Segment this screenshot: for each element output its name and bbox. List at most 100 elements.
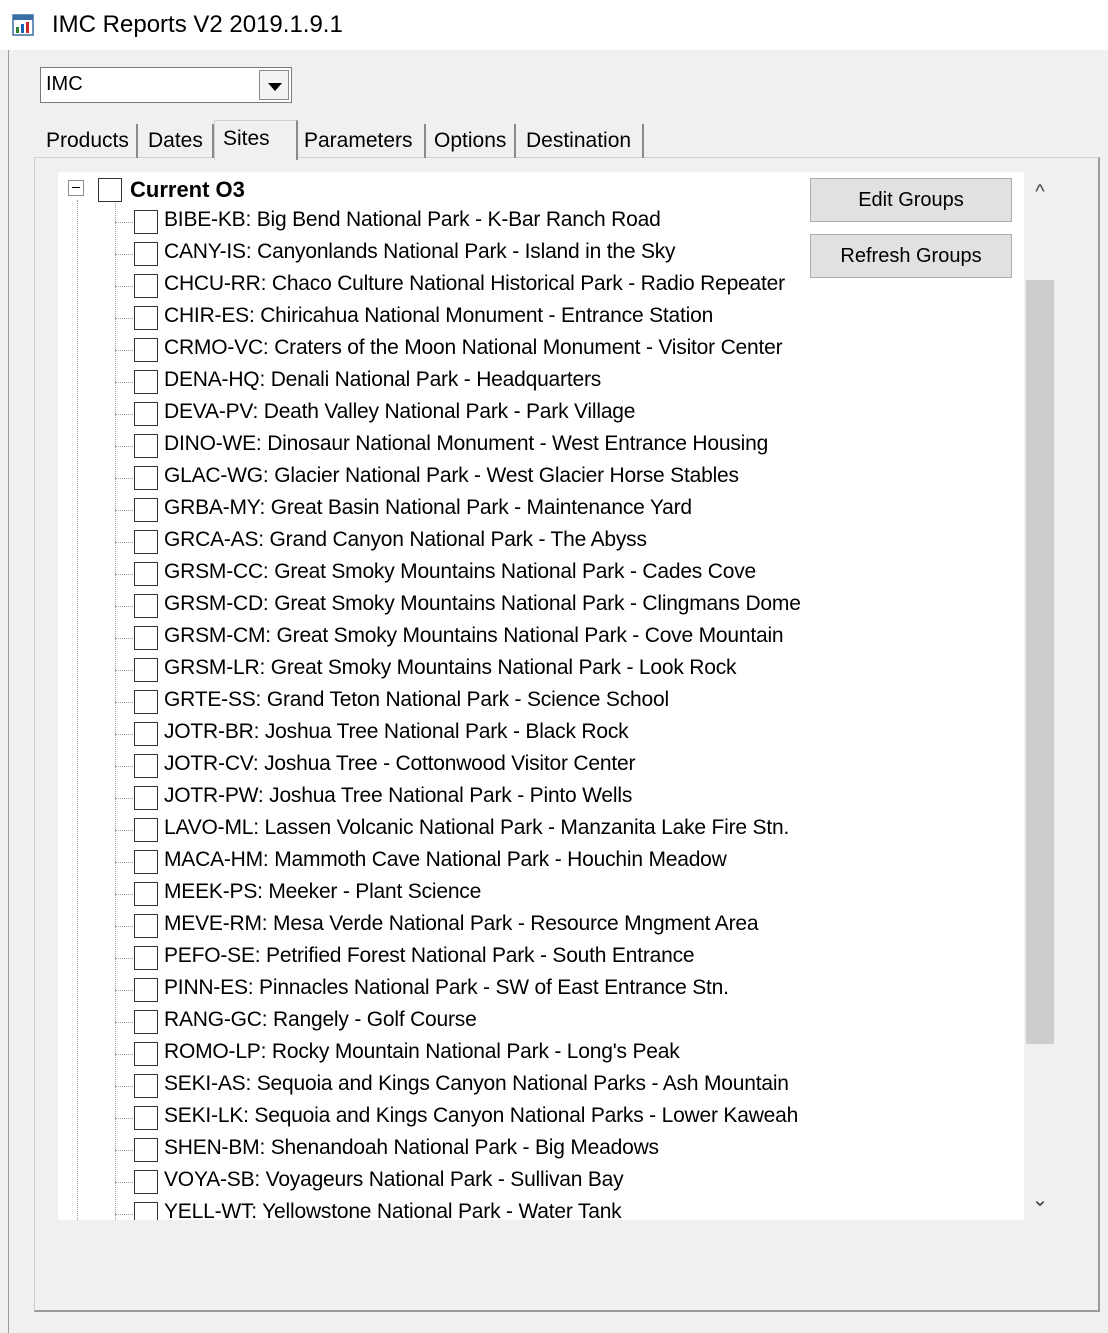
site-checkbox[interactable] (134, 1010, 158, 1034)
site-tree-item[interactable]: SEKI-AS: Sequoia and Kings Canyon Nation… (58, 1070, 1018, 1102)
collapse-icon[interactable] (68, 180, 84, 196)
site-tree-item[interactable]: GRSM-LR: Great Smoky Mountains National … (58, 654, 1018, 686)
site-checkbox[interactable] (134, 594, 158, 618)
site-tree-item[interactable]: MEEK-PS: Meeker - Plant Science (58, 878, 1018, 910)
site-checkbox[interactable] (134, 1106, 158, 1130)
site-tree-item[interactable]: CRMO-VC: Craters of the Moon National Mo… (58, 334, 1018, 366)
site-checkbox[interactable] (134, 274, 158, 298)
site-checkbox[interactable] (134, 210, 158, 234)
site-tree-item[interactable]: PINN-ES: Pinnacles National Park - SW of… (58, 974, 1018, 1006)
site-tree-item[interactable]: MACA-HM: Mammoth Cave National Park - Ho… (58, 846, 1018, 878)
site-checkbox[interactable] (134, 530, 158, 554)
refresh-groups-button[interactable]: Refresh Groups (810, 234, 1012, 278)
edit-groups-button[interactable]: Edit Groups (810, 178, 1012, 222)
site-tree-item[interactable]: LAVO-ML: Lassen Volcanic National Park -… (58, 814, 1018, 846)
site-tree-item[interactable]: VOYA-SB: Voyageurs National Park - Sulli… (58, 1166, 1018, 1198)
window-border (8, 50, 9, 1333)
site-tree-item[interactable]: GLAC-WG: Glacier National Park - West Gl… (58, 462, 1018, 494)
site-label: MACA-HM: Mammoth Cave National Park - Ho… (164, 848, 727, 871)
dropdown-button[interactable] (259, 70, 289, 100)
site-checkbox[interactable] (134, 1170, 158, 1194)
site-label: GRTE-SS: Grand Teton National Park - Sci… (164, 688, 669, 711)
site-tree-item[interactable]: GRSM-CD: Great Smoky Mountains National … (58, 590, 1018, 622)
dataset-select-value: IMC (46, 73, 83, 95)
site-checkbox[interactable] (134, 434, 158, 458)
site-checkbox[interactable] (134, 786, 158, 810)
site-tree-item[interactable]: YELL-WT: Yellowstone National Park - Wat… (58, 1198, 1018, 1220)
group-checkbox[interactable] (98, 178, 122, 202)
sites-tree[interactable]: Current O3 BIBE-KB: Big Bend National Pa… (58, 172, 1024, 1220)
site-label: PINN-ES: Pinnacles National Park - SW of… (164, 976, 729, 999)
site-checkbox[interactable] (134, 690, 158, 714)
site-checkbox[interactable] (134, 946, 158, 970)
site-label: PEFO-SE: Petrified Forest National Park … (164, 944, 695, 967)
site-list: BIBE-KB: Big Bend National Park - K-Bar … (58, 206, 1018, 1220)
site-tree-item[interactable]: JOTR-PW: Joshua Tree National Park - Pin… (58, 782, 1018, 814)
tab-dates[interactable]: Dates (140, 124, 214, 158)
site-tree-item[interactable]: JOTR-CV: Joshua Tree - Cottonwood Visito… (58, 750, 1018, 782)
site-tree-item[interactable]: MEVE-RM: Mesa Verde National Park - Reso… (58, 910, 1018, 942)
site-checkbox[interactable] (134, 402, 158, 426)
site-tree-item[interactable]: DEVA-PV: Death Valley National Park - Pa… (58, 398, 1018, 430)
tab-sites[interactable]: Sites (214, 120, 298, 160)
site-tree-item[interactable]: SHEN-BM: Shenandoah National Park - Big … (58, 1134, 1018, 1166)
site-label: DENA-HQ: Denali National Park - Headquar… (164, 368, 602, 391)
site-tree-item[interactable]: DENA-HQ: Denali National Park - Headquar… (58, 366, 1018, 398)
tab-destination[interactable]: Destination (518, 124, 644, 158)
site-checkbox[interactable] (134, 978, 158, 1002)
site-checkbox[interactable] (134, 306, 158, 330)
group-label: Current O3 (130, 177, 245, 202)
site-tree-item[interactable]: ROMO-LP: Rocky Mountain National Park - … (58, 1038, 1018, 1070)
site-checkbox[interactable] (134, 722, 158, 746)
site-checkbox[interactable] (134, 370, 158, 394)
site-label: MEEK-PS: Meeker - Plant Science (164, 880, 482, 903)
site-checkbox[interactable] (134, 498, 158, 522)
site-tree-item[interactable]: PEFO-SE: Petrified Forest National Park … (58, 942, 1018, 974)
site-checkbox[interactable] (134, 850, 158, 874)
site-label: LAVO-ML: Lassen Volcanic National Park -… (164, 816, 790, 839)
site-label: GRBA-MY: Great Basin National Park - Mai… (164, 496, 692, 519)
site-tree-item[interactable]: GRCA-AS: Grand Canyon National Park - Th… (58, 526, 1018, 558)
site-checkbox[interactable] (134, 242, 158, 266)
scroll-up-arrow-icon[interactable]: ^ (1024, 176, 1056, 208)
site-checkbox[interactable] (134, 562, 158, 586)
scroll-down-arrow-icon[interactable]: ⌄ (1024, 1184, 1056, 1216)
site-checkbox[interactable] (134, 882, 158, 906)
site-tree-item[interactable]: RANG-GC: Rangely - Golf Course (58, 1006, 1018, 1038)
site-checkbox[interactable] (134, 818, 158, 842)
site-checkbox[interactable] (134, 338, 158, 362)
tab-parameters[interactable]: Parameters (296, 124, 426, 158)
site-checkbox[interactable] (134, 1202, 158, 1220)
site-tree-item[interactable]: SEKI-LK: Sequoia and Kings Canyon Nation… (58, 1102, 1018, 1134)
site-checkbox[interactable] (134, 466, 158, 490)
site-label: GLAC-WG: Glacier National Park - West Gl… (164, 464, 739, 487)
site-checkbox[interactable] (134, 754, 158, 778)
site-label: YELL-WT: Yellowstone National Park - Wat… (164, 1200, 622, 1220)
site-tree-item[interactable]: GRSM-CC: Great Smoky Mountains National … (58, 558, 1018, 590)
dataset-select[interactable]: IMC (40, 67, 292, 103)
site-tree-item[interactable]: CHIR-ES: Chiricahua National Monument - … (58, 302, 1018, 334)
site-checkbox[interactable] (134, 626, 158, 650)
site-label: CHCU-RR: Chaco Culture National Historic… (164, 272, 785, 295)
site-tree-item[interactable]: JOTR-BR: Joshua Tree National Park - Bla… (58, 718, 1018, 750)
site-label: RANG-GC: Rangely - Golf Course (164, 1008, 477, 1031)
site-tree-item[interactable]: GRSM-CM: Great Smoky Mountains National … (58, 622, 1018, 654)
tab-options[interactable]: Options (426, 124, 516, 158)
site-label: MEVE-RM: Mesa Verde National Park - Reso… (164, 912, 759, 935)
site-checkbox[interactable] (134, 1074, 158, 1098)
site-tree-item[interactable]: GRTE-SS: Grand Teton National Park - Sci… (58, 686, 1018, 718)
tab-products[interactable]: Products (38, 124, 138, 158)
scroll-thumb[interactable] (1026, 280, 1054, 1044)
site-label: GRSM-CM: Great Smoky Mountains National … (164, 624, 784, 647)
site-checkbox[interactable] (134, 1138, 158, 1162)
site-label: JOTR-BR: Joshua Tree National Park - Bla… (164, 720, 629, 743)
report-app-icon (12, 14, 34, 36)
site-label: GRCA-AS: Grand Canyon National Park - Th… (164, 528, 647, 551)
site-checkbox[interactable] (134, 914, 158, 938)
site-checkbox[interactable] (134, 1042, 158, 1066)
site-tree-item[interactable]: DINO-WE: Dinosaur National Monument - We… (58, 430, 1018, 462)
vertical-scrollbar[interactable]: ^ ⌄ (1024, 172, 1056, 1220)
site-tree-item[interactable]: GRBA-MY: Great Basin National Park - Mai… (58, 494, 1018, 526)
site-label: GRSM-LR: Great Smoky Mountains National … (164, 656, 737, 679)
site-checkbox[interactable] (134, 658, 158, 682)
